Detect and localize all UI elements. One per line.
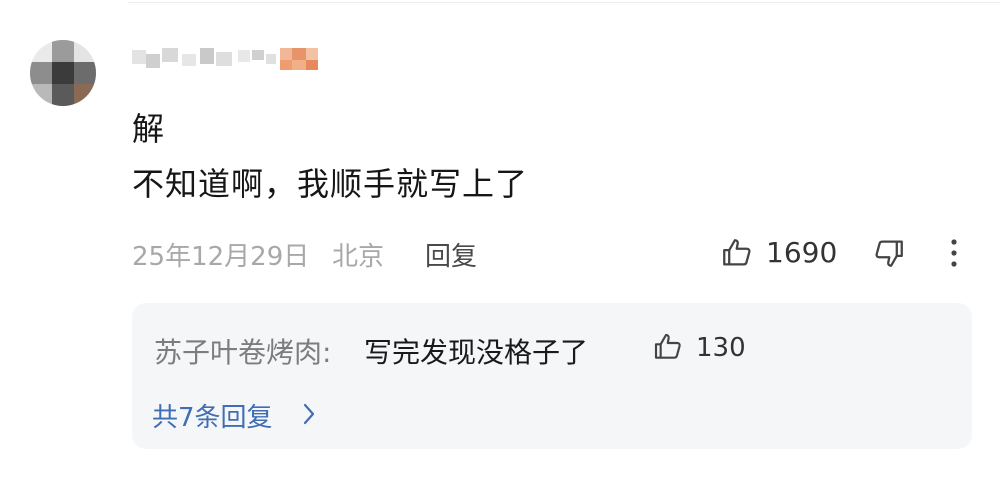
reply-text: 写完发现没格子了 bbox=[364, 336, 589, 369]
reply-author[interactable]: 苏子叶卷烤肉: bbox=[154, 331, 331, 371]
chevron-right-icon[interactable] bbox=[300, 401, 318, 427]
top-divider bbox=[128, 2, 1000, 3]
reply-button[interactable]: 回复 bbox=[425, 236, 477, 273]
thumbs-up-icon bbox=[723, 239, 751, 266]
avatar[interactable] bbox=[30, 40, 96, 106]
reply-like-count: 130 bbox=[696, 333, 746, 363]
thumbs-up-icon bbox=[654, 333, 681, 359]
comment-text-line-2: 不知道啊，我顺手就写上了 bbox=[132, 165, 529, 203]
comment-text-line-1: 解 bbox=[132, 110, 166, 148]
like-count: 1690 bbox=[766, 236, 838, 269]
view-all-replies-link[interactable]: 共7条回复 bbox=[152, 397, 273, 434]
reply-preview-box: 苏子叶卷烤肉: 写完发现没格子了 130 共7条回复 bbox=[132, 303, 972, 449]
comment-date: 25年12月29日 bbox=[132, 242, 310, 272]
username-blurred[interactable] bbox=[132, 44, 322, 74]
comment-location: 北京 bbox=[332, 242, 385, 272]
more-vertical-icon[interactable] bbox=[942, 236, 966, 270]
thumbs-down-icon[interactable] bbox=[872, 236, 906, 270]
